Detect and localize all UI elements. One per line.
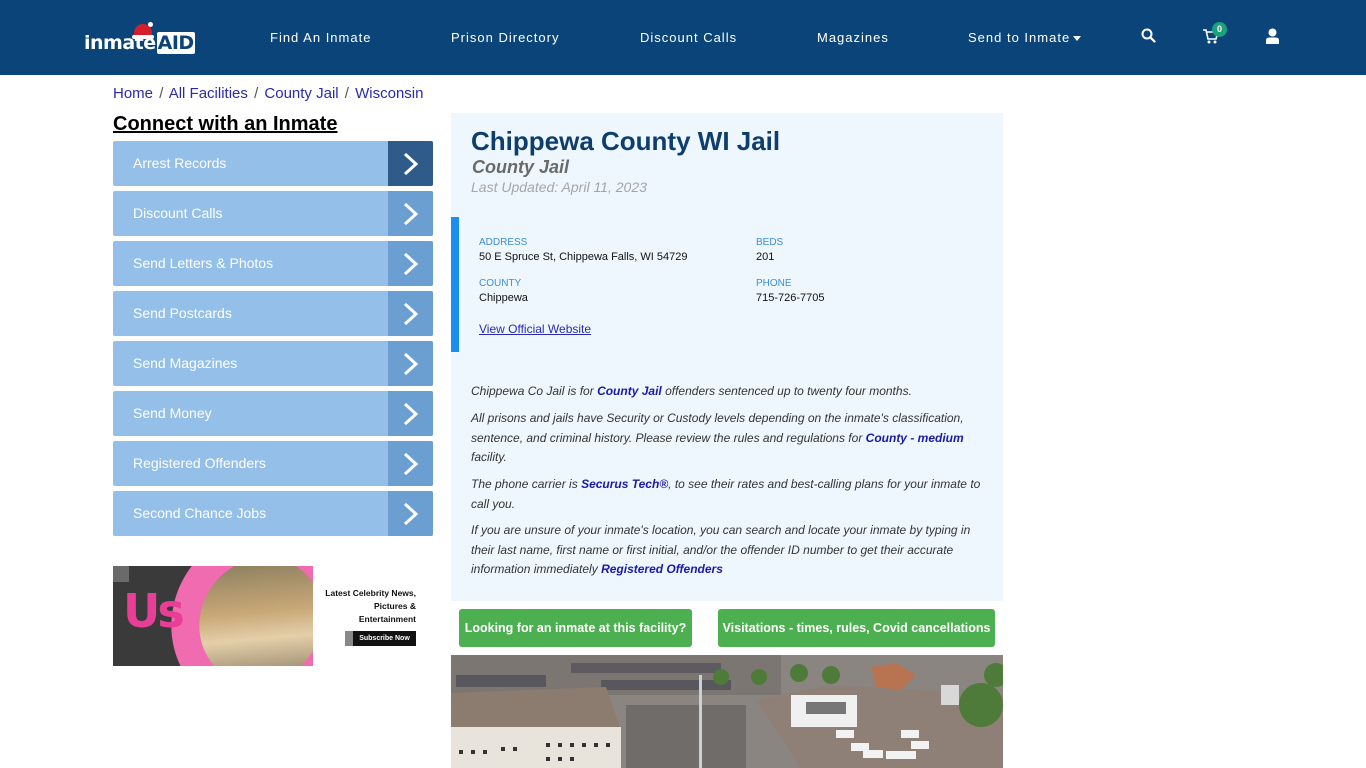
site-logo[interactable]: inmate AID <box>84 22 195 56</box>
sidebar-item-arrest-records[interactable]: Arrest Records <box>113 141 433 186</box>
sidebar-item-label: Send Magazines <box>133 355 238 371</box>
sidebar-item-send-money[interactable]: Send Money <box>113 391 433 436</box>
chevron-right-icon <box>388 191 433 236</box>
nav-find-an-inmate[interactable]: Find An Inmate <box>270 30 371 45</box>
address-label: ADDRESS <box>479 237 528 248</box>
sidebar-item-label: Send Postcards <box>133 305 232 321</box>
search-icon[interactable] <box>1141 28 1156 48</box>
sidebar-menu: Arrest Records Discount Calls Send Lette… <box>113 141 433 541</box>
site-header: inmate AID Find An Inmate Prison Director… <box>0 0 1366 75</box>
facility-photo-illustration <box>451 655 1003 768</box>
county-label: COUNTY <box>479 278 522 289</box>
facility-type: County Jail <box>472 157 570 177</box>
nav-magazines[interactable]: Magazines <box>817 30 889 45</box>
breadcrumb: Home / All Facilities / County Jail / Wi… <box>113 85 423 102</box>
county-value: Chippewa <box>479 292 528 304</box>
breadcrumb-home[interactable]: Home <box>113 85 153 102</box>
facility-aerial-photo <box>451 655 1003 768</box>
accent-bar <box>451 217 459 352</box>
ad-subscribe-button[interactable]: Subscribe Now <box>345 631 416 646</box>
phone-label: PHONE <box>756 278 792 289</box>
breadcrumb-wisconsin[interactable]: Wisconsin <box>355 85 423 102</box>
sidebar-item-label: Discount Calls <box>133 205 223 221</box>
ad-corner-square <box>113 566 129 582</box>
ad-headline: Latest Celebrity News, Pictures & Entert… <box>325 588 416 624</box>
sidebar-item-label: Send Letters & Photos <box>133 255 274 271</box>
view-official-website-link[interactable]: View Official Website <box>479 322 591 336</box>
registered-offenders-link[interactable]: Registered Offenders <box>601 562 723 576</box>
last-updated: Last Updated: April 11, 2023 <box>471 179 647 195</box>
sidebar-item-label: Second Chance Jobs <box>133 505 267 521</box>
county-jail-link[interactable]: County Jail <box>597 384 662 398</box>
logo-text: inmate <box>84 32 156 54</box>
nav-discount-calls[interactable]: Discount Calls <box>640 30 737 45</box>
chevron-right-icon <box>388 391 433 436</box>
sidebar-title: Connect with an Inmate <box>113 113 338 135</box>
address-value: 50 E Spruce St, Chippewa Falls, WI 54729 <box>479 251 688 263</box>
user-icon[interactable] <box>1266 28 1279 49</box>
visitations-button[interactable]: Visitations - times, rules, Covid cancel… <box>718 609 995 647</box>
sidebar-item-send-letters-photos[interactable]: Send Letters & Photos <box>113 241 433 286</box>
description-paragraph-3: The phone carrier is Securus Tech®, to s… <box>471 477 981 511</box>
phone-value: 715-726-7705 <box>756 292 825 304</box>
sidebar-item-label: Registered Offenders <box>133 455 266 471</box>
sidebar-item-second-chance-jobs[interactable]: Second Chance Jobs <box>113 491 433 536</box>
description-paragraph-1: Chippewa Co Jail is for County Jail offe… <box>471 384 912 398</box>
county-medium-link[interactable]: County - medium <box>866 431 964 445</box>
nav-send-to-inmate-label: Send to Inmate <box>968 30 1071 45</box>
logo-text-accent: AID <box>156 32 195 54</box>
nav-send-to-inmate[interactable]: Send to Inmate <box>968 30 1082 45</box>
chevron-right-icon <box>388 341 433 386</box>
us-weekly-ad-banner[interactable]: Us Latest Celebrity News, Pictures & Ent… <box>113 566 420 666</box>
chevron-right-icon <box>388 491 433 536</box>
chevron-right-icon <box>388 141 433 186</box>
nav-prison-directory[interactable]: Prison Directory <box>451 30 559 45</box>
beds-label: BEDS <box>756 237 784 248</box>
breadcrumb-separator: / <box>254 85 259 102</box>
facility-name: Chippewa County WI Jail <box>471 126 781 156</box>
sidebar-item-discount-calls[interactable]: Discount Calls <box>113 191 433 236</box>
breadcrumb-separator: / <box>159 85 164 102</box>
breadcrumb-all-facilities[interactable]: All Facilities <box>169 85 248 102</box>
chevron-right-icon <box>388 441 433 486</box>
ad-brand-logo: Us <box>123 584 185 638</box>
sidebar-item-send-postcards[interactable]: Send Postcards <box>113 291 433 336</box>
sidebar-item-label: Arrest Records <box>133 155 227 171</box>
securus-tech-link[interactable]: Securus Tech® <box>581 477 668 491</box>
sidebar-item-send-magazines[interactable]: Send Magazines <box>113 341 433 386</box>
chevron-right-icon <box>388 241 433 286</box>
sidebar-item-registered-offenders[interactable]: Registered Offenders <box>113 441 433 486</box>
caret-down-icon <box>1073 36 1082 42</box>
description-paragraph-2: All prisons and jails have Security or C… <box>471 411 964 464</box>
beds-value: 201 <box>756 251 775 263</box>
chevron-right-icon <box>388 291 433 336</box>
sidebar-item-label: Send Money <box>133 405 212 421</box>
cart-count-badge: 0 <box>1212 22 1227 37</box>
description-paragraph-4: If you are unsure of your inmate's locat… <box>471 523 971 576</box>
find-inmate-at-facility-button[interactable]: Looking for an inmate at this facility? <box>459 609 692 647</box>
breadcrumb-separator: / <box>344 85 349 102</box>
breadcrumb-county-jail[interactable]: County Jail <box>264 85 338 102</box>
